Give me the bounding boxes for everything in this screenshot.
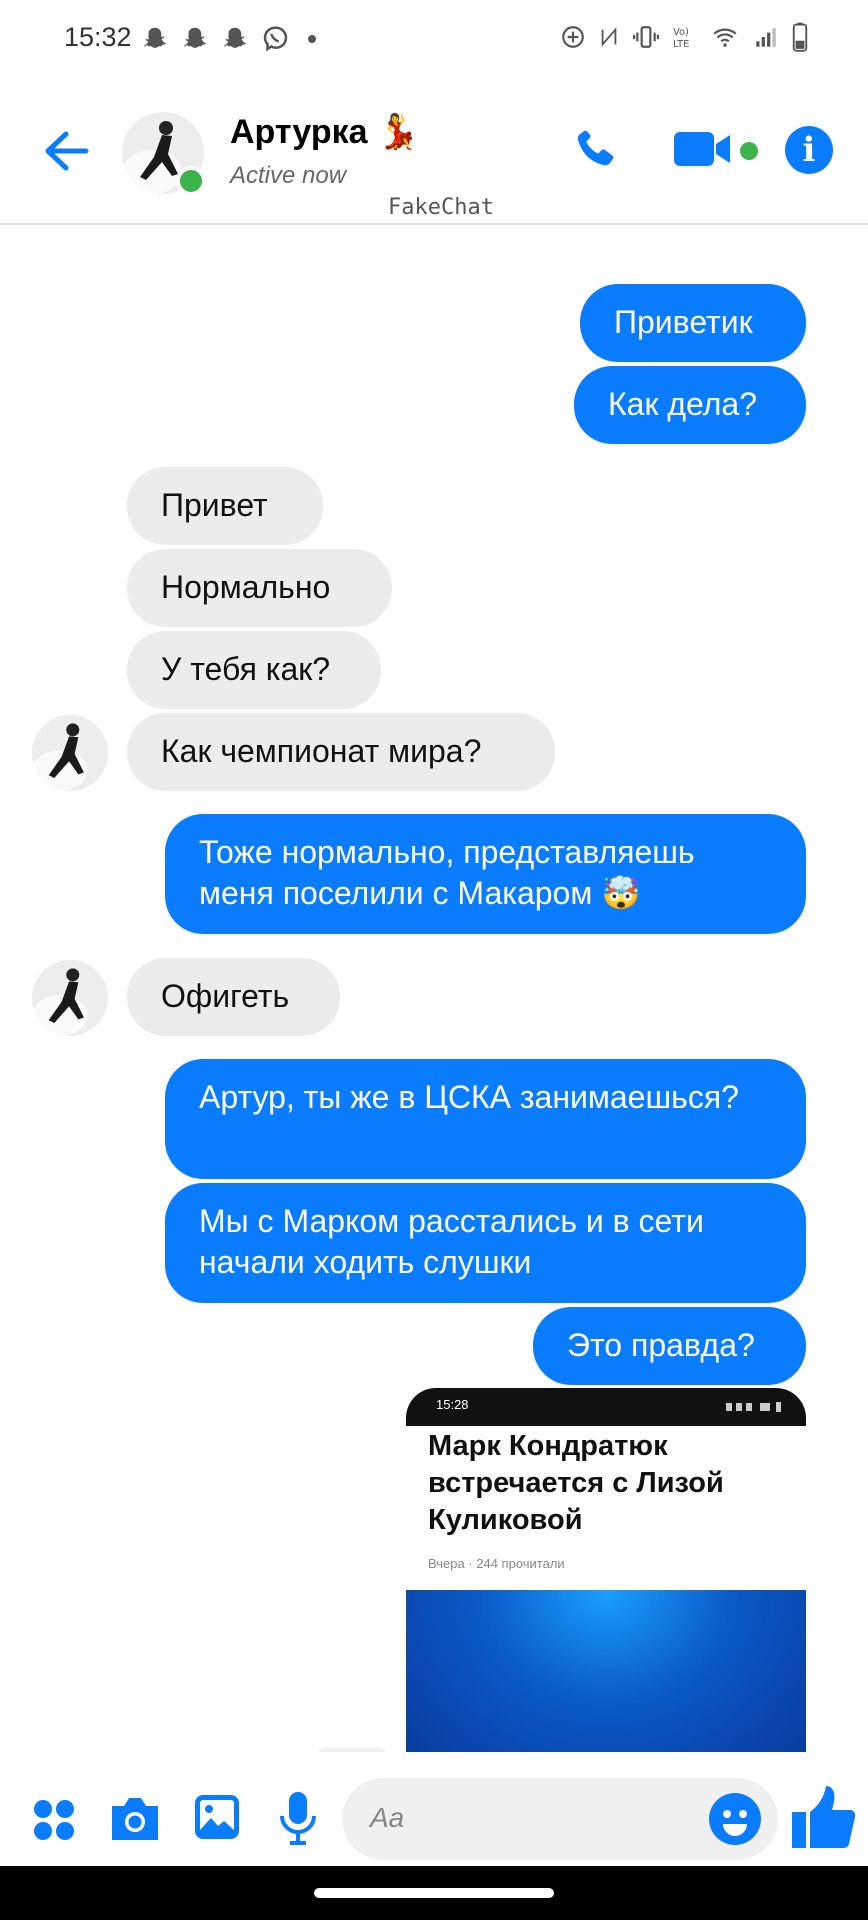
phone-call-icon[interactable] <box>570 122 622 174</box>
snapchat-icon <box>143 27 166 48</box>
more-notifications-icon <box>308 35 316 43</box>
data-saver-icon <box>562 26 584 48</box>
wifi-icon <box>713 28 737 47</box>
signal-icon <box>756 28 776 47</box>
card-image <box>406 1590 806 1768</box>
contact-avatar-small[interactable] <box>32 960 108 1036</box>
contact-avatar-small[interactable] <box>32 715 108 791</box>
vibrate-icon <box>633 26 659 48</box>
message-input-placeholder: Aa <box>370 1802 405 1833</box>
message-outgoing: Мы с Марком расстались и в сети начали х… <box>165 1183 806 1303</box>
shared-image-card[interactable]: 15:28 Марк Кондратюк встречается с Лизой… <box>406 1388 806 1768</box>
card-status-icons <box>726 1400 786 1412</box>
card-status-bar: 15:28 <box>406 1388 806 1426</box>
system-icons: Vo) LTE <box>560 22 808 52</box>
emoji-icon[interactable] <box>708 1792 762 1846</box>
notification-icons <box>140 24 316 54</box>
card-meta: Вчера · 244 прочитали <box>428 1556 565 1571</box>
svg-text:Vo): Vo) <box>673 27 689 38</box>
card-status-time: 15:28 <box>436 1397 469 1412</box>
svg-text:LTE: LTE <box>673 39 689 50</box>
message-outgoing: Артур, ты же в ЦСКА занимаешься? <box>165 1059 806 1179</box>
message-outgoing: Приветик <box>580 284 806 362</box>
home-gesture-pill[interactable] <box>314 1888 554 1898</box>
status-time: 15:32 <box>64 22 132 52</box>
video-active-dot <box>740 142 758 160</box>
card-headline: Марк Кондратюк встречается с Лизой Кулик… <box>428 1430 724 1536</box>
snapchat-icon <box>223 27 246 48</box>
like-thumbs-up-icon[interactable] <box>790 1782 858 1852</box>
watermark: FakeChat <box>388 195 494 220</box>
message-outgoing: Это правда? <box>533 1307 806 1385</box>
viber-icon <box>263 26 288 52</box>
gallery-icon[interactable] <box>192 1792 242 1842</box>
volte-icon: Vo)LTE <box>673 27 689 50</box>
message-incoming: У тебя как? <box>127 631 381 709</box>
video-call-icon[interactable] <box>672 128 734 170</box>
message-incoming: Как чемпионат мира? <box>127 713 555 791</box>
message-incoming: Привет <box>127 467 323 545</box>
apps-menu-icon[interactable] <box>32 1798 76 1842</box>
contact-name[interactable]: Артурка 💃 <box>230 112 419 152</box>
online-indicator <box>176 166 206 196</box>
microphone-icon[interactable] <box>278 1790 318 1846</box>
message-outgoing: Как дела? <box>574 366 806 444</box>
message-outgoing: Тоже нормально, представляешь меня посел… <box>165 814 806 934</box>
back-arrow-icon[interactable] <box>42 130 90 172</box>
nfc-icon <box>601 27 617 47</box>
message-incoming: Нормально <box>127 549 392 627</box>
info-icon[interactable]: i <box>785 126 833 174</box>
message-incoming: Офигеть <box>127 958 340 1036</box>
camera-icon[interactable] <box>108 1794 162 1844</box>
contact-status: Active now <box>230 162 347 189</box>
snapchat-icon <box>183 27 206 48</box>
battery-icon <box>792 22 808 52</box>
